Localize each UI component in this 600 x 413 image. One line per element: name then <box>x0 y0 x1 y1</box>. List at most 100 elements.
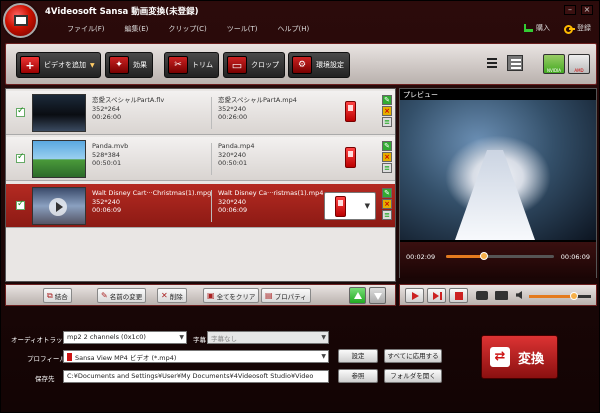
move-up-icon[interactable] <box>349 287 366 304</box>
add-video-button[interactable]: + ビデオを追加 ▼ <box>16 52 101 78</box>
effect-button[interactable]: ✦ 効果 <box>105 52 153 78</box>
remove-icon[interactable]: × <box>382 106 392 116</box>
apply-to-all-button[interactable]: すべてに応用する <box>384 349 442 363</box>
browse-button[interactable]: 参照 <box>338 369 378 383</box>
folder-icon[interactable] <box>495 291 508 300</box>
audio-track-select[interactable]: mp2 2 channels (0x1c0) ▼ <box>63 331 187 344</box>
close-button[interactable]: × <box>581 5 593 15</box>
destination-field[interactable]: C:¥Documents and Settings¥User¥My Docume… <box>63 370 329 383</box>
output-name[interactable]: Walt Disney Ca···ristmas(1).mp4 <box>218 189 323 198</box>
device-icon[interactable] <box>345 147 356 168</box>
file-row[interactable]: Panda.mvb 528*384 00:50:01 Panda.mp4 320… <box>6 137 395 181</box>
merge-icon[interactable]: ≡ <box>382 163 392 173</box>
subtitle-select[interactable]: 字幕なし ▼ <box>207 331 329 344</box>
chevron-down-icon: ▼ <box>321 334 326 341</box>
crop-button[interactable]: ▭ クロップ <box>223 52 285 78</box>
output-name[interactable]: Panda.mp4 <box>218 142 255 151</box>
volume-slider[interactable] <box>529 292 591 300</box>
menu-tools[interactable]: ツール(T) <box>227 24 258 34</box>
speaker-icon[interactable] <box>516 291 522 299</box>
output-duration: 00:26:00 <box>218 113 248 121</box>
merge-icon[interactable]: ≡ <box>382 210 392 220</box>
chevron-down-icon: ▼ <box>179 334 184 341</box>
merge-button[interactable]: ⧉ 結合 <box>43 288 72 303</box>
play-button[interactable] <box>405 288 424 303</box>
detail-view-icon[interactable] <box>507 55 523 71</box>
volume-handle[interactable] <box>569 292 578 300</box>
minimize-button[interactable]: – <box>564 5 576 15</box>
total-time: 00:06:09 <box>560 253 590 261</box>
source-duration: 00:26:00 <box>92 113 122 121</box>
chevron-down-icon: ▼ <box>364 202 370 210</box>
file-checkbox[interactable] <box>16 199 25 210</box>
edit-icon[interactable]: ✎ <box>382 95 392 105</box>
menu-file[interactable]: ファイル(F) <box>67 24 105 34</box>
window-title: 4Videosoft Sansa 動画変換(未登録) <box>45 7 199 17</box>
file-checkbox[interactable] <box>16 152 25 163</box>
menu-edit[interactable]: 編集(E) <box>125 24 149 34</box>
chevron-down-icon: ▼ <box>321 353 326 360</box>
remove-icon[interactable]: × <box>382 199 392 209</box>
output-name[interactable]: 恋愛スペシャルPartA.mp4 <box>218 96 297 105</box>
convert-button[interactable]: ⇄ 変換 <box>481 335 558 379</box>
effect-label: 効果 <box>133 61 147 69</box>
crop-label: クロップ <box>251 61 279 69</box>
effect-icon: ✦ <box>109 56 129 74</box>
convert-icon: ⇄ <box>490 347 510 367</box>
row-actions: ✎ × ≡ <box>382 95 392 127</box>
properties-button[interactable]: ▤ プロパティ <box>261 288 311 303</box>
rename-label: 名前の変更 <box>109 292 143 301</box>
video-thumbnail[interactable] <box>32 187 86 225</box>
device-icon[interactable] <box>345 101 356 122</box>
settings-button[interactable]: 設定 <box>338 349 378 363</box>
profile-value: Sansa View MP4 ビデオ (*.mp4) <box>75 354 177 362</box>
remove-icon[interactable]: × <box>382 152 392 162</box>
cart-icon <box>524 24 533 32</box>
profile-select[interactable]: Sansa View MP4 ビデオ (*.mp4) ▼ <box>63 350 329 363</box>
source-resolution: 352*264 <box>92 104 121 113</box>
menu-help[interactable]: ヘルプ(H) <box>278 24 310 34</box>
menu-clip[interactable]: クリップ(C) <box>168 24 206 34</box>
device-icon <box>67 353 72 361</box>
preferences-button[interactable]: ⚙ 環境設定 <box>288 52 350 78</box>
register-link[interactable]: 登録 <box>564 23 591 34</box>
play-icon[interactable] <box>49 198 67 216</box>
source-info: Walt Disney Cart···Christmas(1).mpg 352*… <box>92 189 211 215</box>
video-thumbnail <box>32 140 86 178</box>
trim-label: トリム <box>192 61 213 69</box>
properties-label: プロパティ <box>274 292 307 301</box>
device-select[interactable]: ▼ <box>324 192 376 220</box>
scissors-icon: ✂ <box>168 56 188 74</box>
move-down-icon[interactable] <box>369 287 386 304</box>
edit-icon[interactable]: ✎ <box>382 141 392 151</box>
buy-link[interactable]: 購入 <box>524 23 550 33</box>
file-list: 恋愛スペシャルPartA.flv 352*264 00:26:00 恋愛スペシャ… <box>5 88 396 282</box>
output-duration: 00:50:01 <box>218 159 248 167</box>
seek-fill <box>446 255 484 258</box>
file-checkbox[interactable] <box>16 106 25 117</box>
add-video-label: ビデオを追加 <box>44 61 86 69</box>
window-controls: – × <box>564 5 593 15</box>
seek-handle[interactable] <box>479 252 488 260</box>
film-icon <box>14 15 28 26</box>
open-folder-button[interactable]: フォルダを開く <box>384 369 442 383</box>
buy-label: 購入 <box>536 24 550 32</box>
next-frame-button[interactable] <box>427 288 446 303</box>
delete-button[interactable]: ✕ 削除 <box>157 288 187 303</box>
list-view-icon[interactable] <box>484 55 500 71</box>
file-row[interactable]: 恋愛スペシャルPartA.flv 352*264 00:26:00 恋愛スペシャ… <box>6 91 395 135</box>
snapshot-icon[interactable] <box>476 291 488 300</box>
source-info: 恋愛スペシャルPartA.flv 352*264 00:26:00 <box>92 96 164 122</box>
edit-icon[interactable]: ✎ <box>382 188 392 198</box>
merge-icon[interactable]: ≡ <box>382 117 392 127</box>
merge-icon: ⧉ <box>47 290 53 300</box>
clear-all-button[interactable]: ▣ 全てをクリア <box>203 288 260 303</box>
output-resolution: 320*240 <box>218 197 247 206</box>
file-row-selected[interactable]: Walt Disney Cart···Christmas(1).mpg 352*… <box>6 184 395 228</box>
trim-button[interactable]: ✂ トリム <box>164 52 219 78</box>
rename-button[interactable]: ✎ 名前の変更 <box>97 288 147 303</box>
stop-button[interactable] <box>449 288 468 303</box>
chevron-down-icon[interactable]: ▼ <box>90 62 95 69</box>
seek-slider[interactable] <box>446 252 554 260</box>
output-duration: 00:06:09 <box>218 206 248 214</box>
